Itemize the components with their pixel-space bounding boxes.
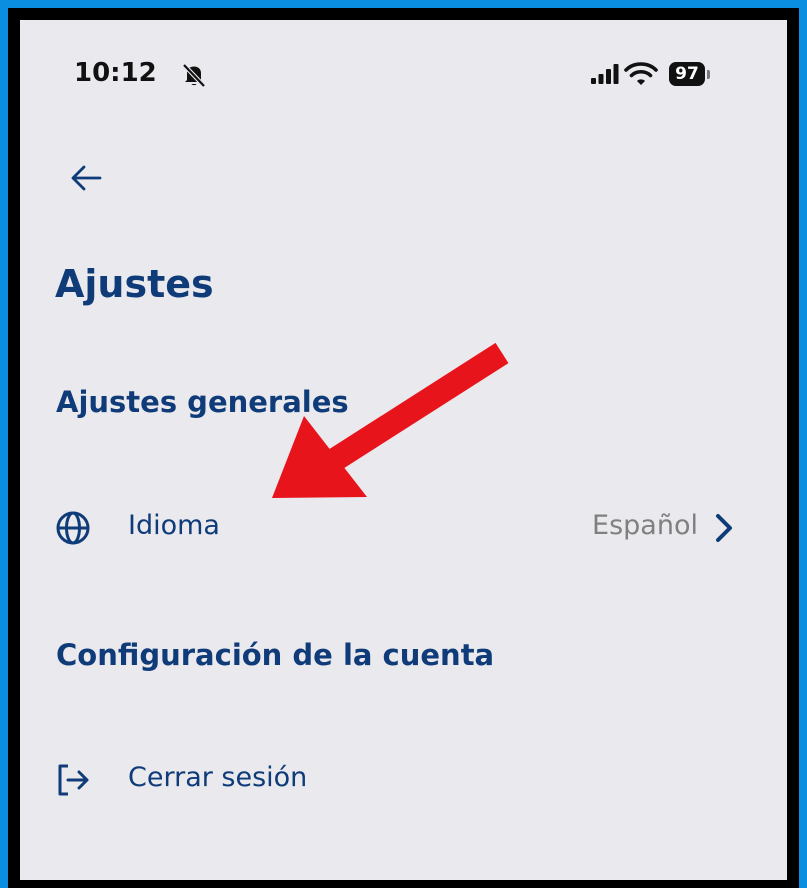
battery-icon: 97 xyxy=(669,62,705,86)
signal-icon xyxy=(591,64,619,84)
battery-nub xyxy=(707,70,710,79)
back-button[interactable] xyxy=(68,162,104,194)
logout-icon xyxy=(58,764,89,796)
language-setting-row[interactable]: Idioma Español xyxy=(30,488,765,568)
logout-label: Cerrar sesión xyxy=(128,762,308,793)
globe-icon xyxy=(56,511,90,545)
status-time: 10:12 xyxy=(74,58,157,88)
logout-row[interactable]: Cerrar sesión xyxy=(30,740,765,820)
language-value: Español xyxy=(592,510,698,541)
bell-slash-icon xyxy=(182,63,206,88)
language-label: Idioma xyxy=(128,510,220,541)
section-heading-account: Configuración de la cuenta xyxy=(56,638,495,672)
section-heading-general: Ajustes generales xyxy=(56,385,349,419)
page-title: Ajustes xyxy=(55,262,214,306)
wifi-icon xyxy=(624,62,658,85)
chevron-right-icon xyxy=(716,514,732,542)
